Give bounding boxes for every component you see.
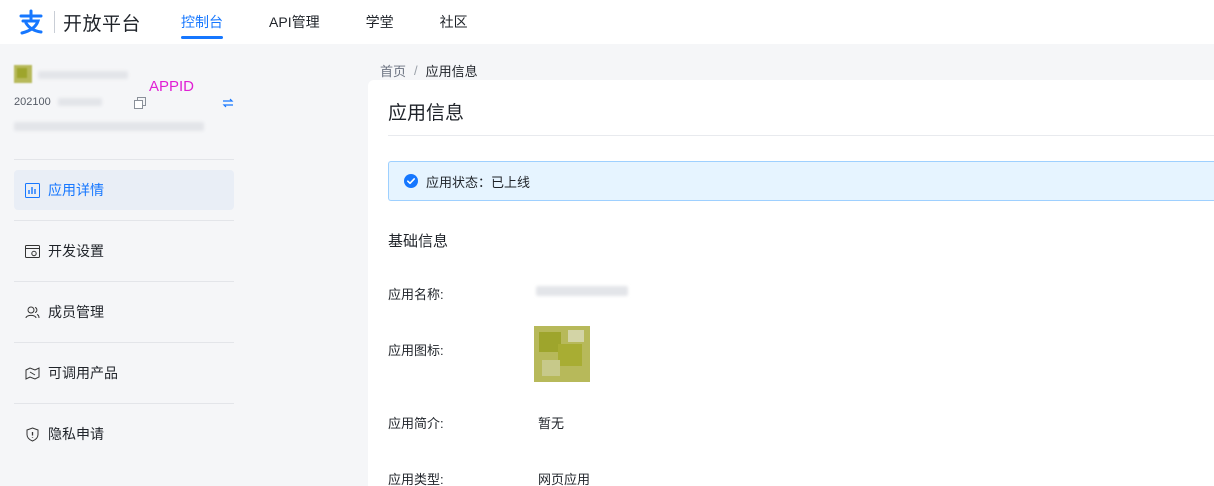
app-name-label: 应用名称: — [388, 287, 444, 302]
menu-divider — [14, 342, 234, 343]
sidebar-item-label: 开发设置 — [48, 243, 104, 259]
breadcrumb: 首页 / 应用信息 — [380, 61, 478, 80]
sidebar-item-privacy[interactable]: 隐私申请 — [14, 414, 234, 454]
sidebar-item-products[interactable]: 可调用产品 — [14, 353, 234, 393]
sidebar-item-members[interactable]: 成员管理 — [14, 292, 234, 332]
brand-name: 开放平台 — [63, 13, 142, 35]
menu-divider — [14, 220, 234, 221]
brand-divider — [54, 11, 55, 33]
top-navbar: 开放平台 控制台 API管理 学堂 社区 — [0, 0, 1214, 44]
nav-academy[interactable]: 学堂 — [366, 0, 394, 44]
breadcrumb-separator: / — [414, 63, 418, 78]
app-thumbnail — [14, 65, 32, 83]
appid-redacted — [58, 98, 102, 106]
page-title: 应用信息 — [388, 103, 465, 124]
sidebar-item-label: 隐私申请 — [48, 426, 104, 442]
appid-annotation: APPID — [149, 78, 195, 95]
brand[interactable]: 开放平台 — [14, 0, 141, 44]
menu-divider — [14, 281, 234, 282]
app-name-value-redacted — [536, 286, 628, 296]
settings-window-icon — [24, 243, 40, 259]
shield-icon — [24, 426, 40, 442]
app-intro-value: 暂无 — [538, 416, 565, 431]
app-icon-image — [534, 326, 590, 382]
menu-divider — [14, 159, 234, 160]
products-icon — [24, 365, 40, 381]
sidebar-item-label: 成员管理 — [48, 304, 104, 320]
section-title-basic-info: 基础信息 — [388, 233, 449, 250]
main-nav: 控制台 API管理 学堂 社区 — [181, 0, 514, 44]
nav-community[interactable]: 社区 — [440, 0, 468, 44]
appid-text: 202100 — [14, 96, 51, 108]
members-icon — [24, 304, 40, 320]
nav-api-management[interactable]: API管理 — [269, 0, 320, 44]
app-info-card: 应用信息 应用状态：已上线 基础信息 应用名称: 应用图标: 应用简介: 暂无 … — [368, 80, 1214, 486]
app-type-value: 网页应用 — [538, 472, 591, 486]
app-meta-redacted — [14, 122, 204, 131]
nav-console[interactable]: 控制台 — [181, 0, 224, 44]
breadcrumb-current: 应用信息 — [425, 64, 478, 79]
app-intro-label: 应用简介: — [388, 416, 444, 431]
swap-app-icon[interactable] — [222, 96, 234, 108]
alipay-logo-icon — [14, 7, 48, 37]
breadcrumb-home[interactable]: 首页 — [380, 61, 406, 80]
chart-icon — [24, 182, 40, 198]
menu-divider — [14, 403, 234, 404]
app-summary-card: APPID 202100 — [0, 44, 248, 159]
title-divider — [388, 135, 1214, 136]
app-name-redacted — [38, 71, 128, 79]
sidebar-item-label: 应用详情 — [48, 182, 104, 198]
sidebar: APPID 202100 应用详情 开发设置 成员管理 可调用产品 隐私申请 — [0, 44, 248, 486]
status-text: 应用状态：已上线 — [426, 174, 531, 190]
copy-icon[interactable] — [134, 96, 146, 109]
app-icon-label: 应用图标: — [388, 343, 444, 358]
sidebar-item-label: 可调用产品 — [48, 365, 118, 381]
sidebar-item-dev-settings[interactable]: 开发设置 — [14, 231, 234, 271]
sidebar-item-app-details[interactable]: 应用详情 — [14, 170, 234, 210]
app-type-label: 应用类型: — [388, 472, 444, 486]
check-circle-icon — [404, 174, 418, 188]
status-alert: 应用状态：已上线 — [388, 161, 1214, 201]
